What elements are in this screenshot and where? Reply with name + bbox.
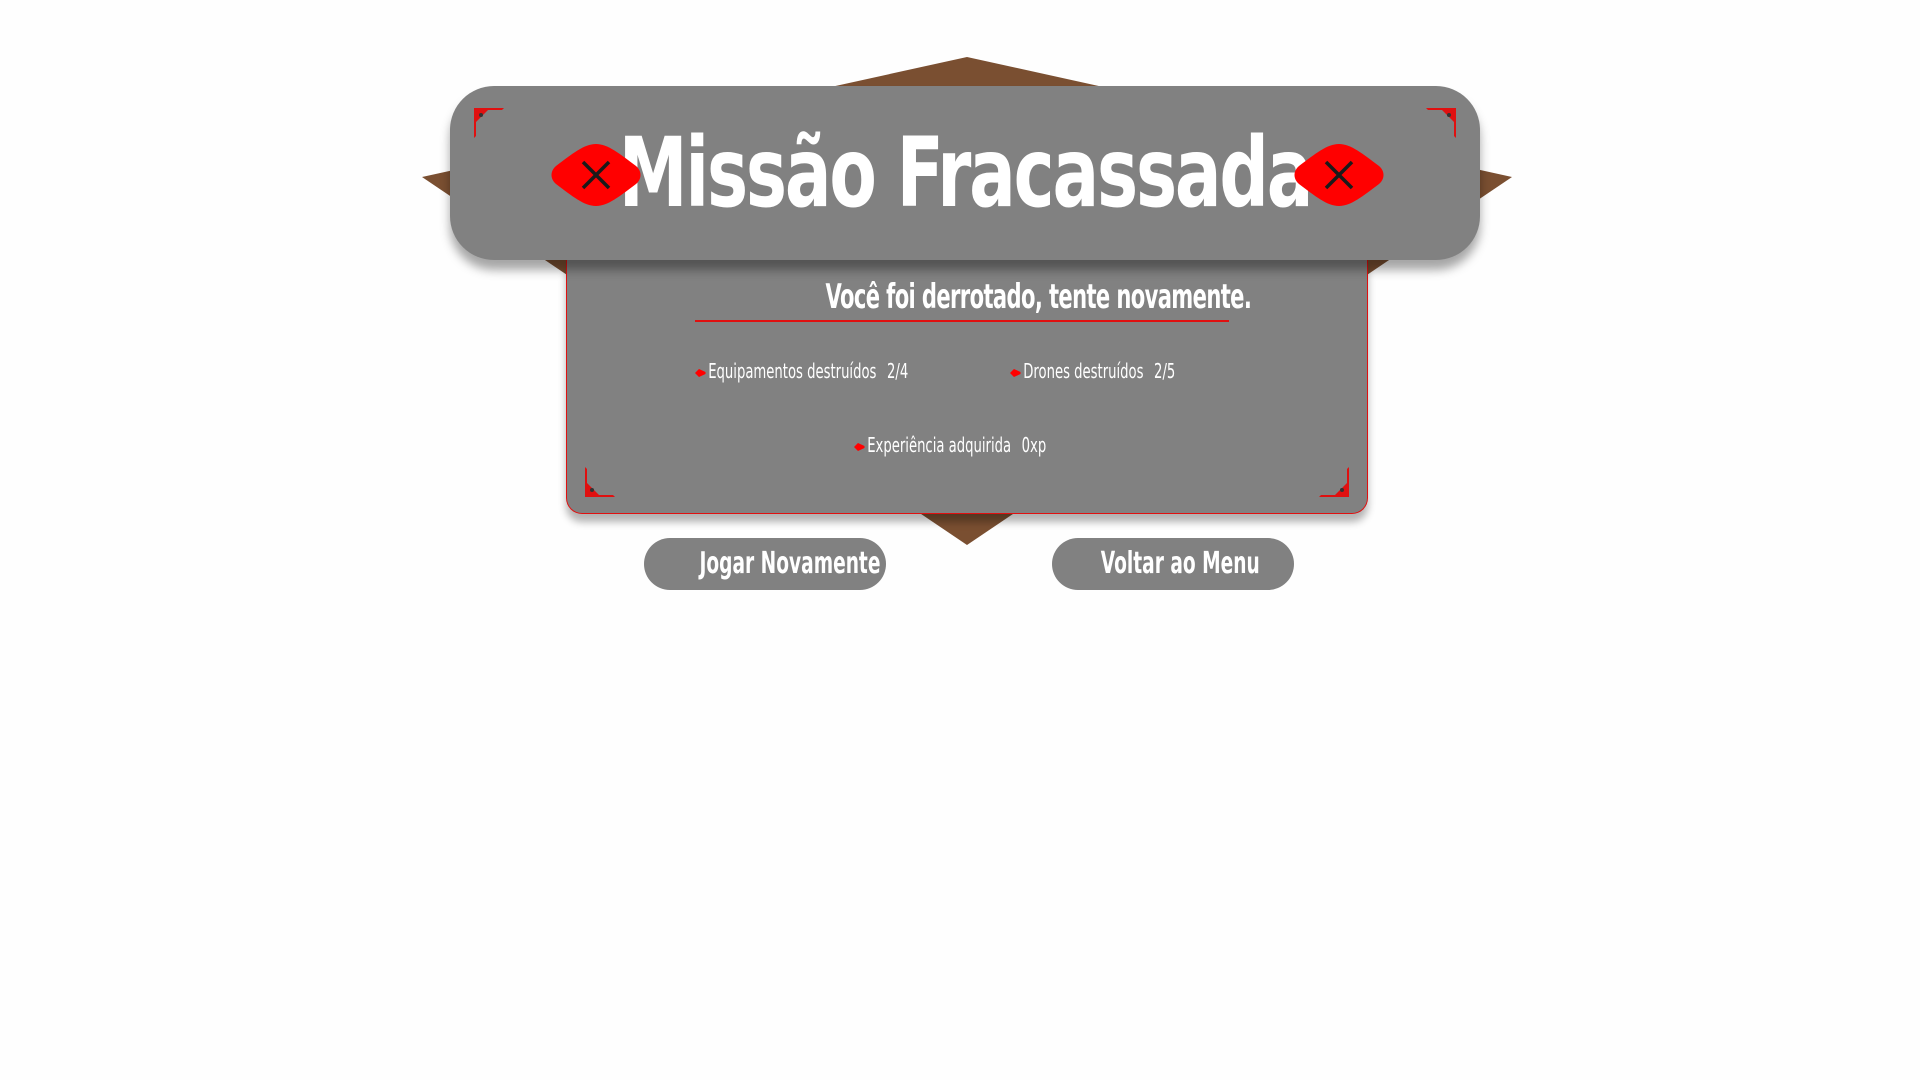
mission-failed-screen: Missão Fracassada Você foi derrotado, te… [0,0,1920,1080]
arrow-bullet-icon [695,368,706,377]
stat-value: 0xp [1021,433,1047,457]
corner-ornament-icon [1426,108,1456,138]
back-to-menu-button[interactable]: Voltar ao Menu [1052,538,1294,590]
stat-label: Experiência adquirida [867,433,1012,457]
stat-value: 2/4 [886,359,909,383]
stat-equipment-destroyed: Equipamentos destruídos 2/4 [695,356,1018,386]
title-banner: Missão Fracassada [450,86,1480,260]
close-x-icon [551,144,641,206]
page-title: Missão Fracassada [618,117,1314,229]
arrow-bullet-icon [1010,368,1021,377]
play-again-button[interactable]: Jogar Novamente [644,538,886,590]
stat-drones-destroyed: Drones destruídos 2/5 [1010,356,1260,386]
stats-panel: Você foi derrotado, tente novamente. Equ… [566,260,1368,514]
stat-experience-gained: Experiência adquirida 0xp [854,430,1145,460]
defeat-message: Você foi derrotado, tente novamente. [695,274,1252,322]
stat-label: Equipamentos destruídos [708,359,877,383]
stat-value: 2/5 [1154,359,1176,383]
stat-label: Drones destruídos [1023,359,1144,383]
arrow-bullet-icon [854,442,865,451]
corner-ornament-icon [1319,467,1349,497]
corner-ornament-icon [474,108,504,138]
close-x-icon [1294,144,1384,206]
corner-ornament-icon [585,467,615,497]
